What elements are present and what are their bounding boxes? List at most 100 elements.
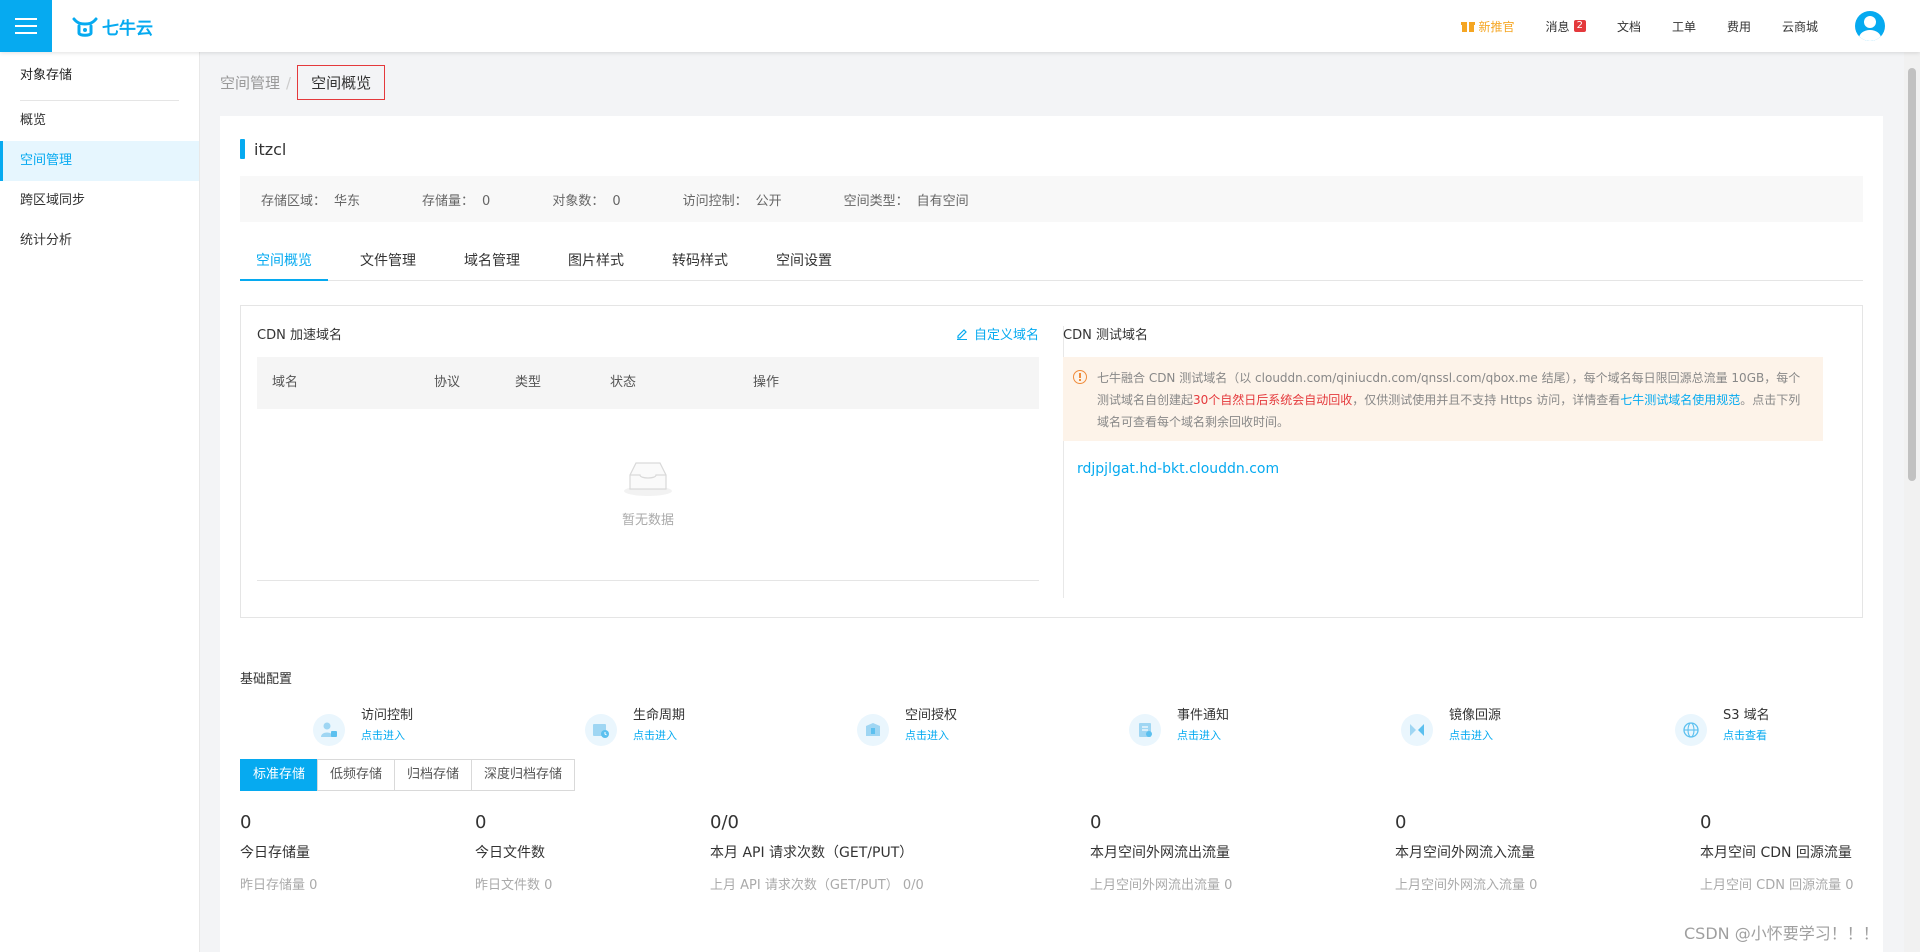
tab-overview[interactable]: 空间概览 <box>240 241 328 281</box>
info-storage: 存储量： 0 <box>422 193 491 209</box>
config-name: 生命周期 <box>633 708 686 723</box>
config-view-link[interactable]: 点击查看 <box>1723 727 1767 743</box>
lifecycle-icon <box>585 714 617 746</box>
stat-value: 0 <box>1700 812 1712 833</box>
main-panel: itzcl 存储区域： 华东 存储量： 0 对象数： 0 访问控制： 公开 空间类型：自… <box>220 116 1883 952</box>
top-nav: 新推官 消息 2 文档 工单 费用 云商城 <box>1460 0 1920 52</box>
edit-icon <box>956 328 967 340</box>
config-name: 访问控制 <box>361 708 414 723</box>
stat-file-count: 0 今日文件数 昨日文件数 0 <box>475 812 552 893</box>
config-enter-link[interactable]: 点击进入 <box>905 727 949 743</box>
config-enter-link[interactable]: 点击进入 <box>1449 727 1493 743</box>
config-name: 镜像回源 <box>1449 708 1502 723</box>
storage-class-tabs: 标准存储 低频存储 归档存储 深度归档存储 <box>240 759 576 791</box>
cdn-section: CDN 加速域名 自定义域名 域名 协议 类型 状态 操作 暂无数据 CDN 测… <box>240 305 1863 618</box>
sidebar-item-bucket-management[interactable]: 空间管理 <box>0 141 199 181</box>
custom-domain-label: 自定义域名 <box>973 328 1039 343</box>
stats-row: 0 今日存储量 昨日存储量 0 0 今日文件数 昨日文件数 0 0/0 本月 A… <box>240 812 1863 952</box>
qiniu-logo-icon <box>72 17 98 37</box>
cdn-test-title: CDN 测试域名 <box>1063 328 1148 343</box>
config-enter-link[interactable]: 点击进入 <box>361 727 405 743</box>
custom-domain-link[interactable]: 自定义域名 <box>956 324 1039 343</box>
stat-value: 0 <box>1395 812 1407 833</box>
sidebar-item-cross-region-sync[interactable]: 跨区域同步 <box>0 181 199 221</box>
storage-tab-standard[interactable]: 标准存储 <box>240 759 319 791</box>
info-objects: 对象数： 0 <box>552 193 621 209</box>
scrollbar-thumb[interactable] <box>1908 68 1916 481</box>
stat-label: 本月 API 请求次数（GET/PUT） <box>710 845 914 861</box>
stat-api-requests: 0/0 本月 API 请求次数（GET/PUT） 上月 API 请求次数（GET… <box>710 812 924 893</box>
breadcrumb-parent[interactable]: 空间管理 <box>220 72 280 93</box>
stat-previous: 上月空间外网流入流量 0 <box>1395 878 1538 893</box>
storage-tab-infrequent[interactable]: 低频存储 <box>317 759 396 791</box>
col-status: 状态 <box>610 375 637 390</box>
sidebar-item-statistics[interactable]: 统计分析 <box>0 221 199 261</box>
config-access-control: 访问控制 点击进入 <box>313 704 513 754</box>
top-bar: 七牛云 新推官 消息 2 文档 工单 费用 云商城 <box>0 0 1920 52</box>
nav-tickets[interactable]: 工单 <box>1672 18 1696 35</box>
user-avatar[interactable] <box>1855 11 1885 41</box>
stat-label: 本月空间外网流出流量 <box>1090 845 1230 861</box>
breadcrumb-separator: / <box>286 73 292 92</box>
menu-toggle-button[interactable] <box>0 0 52 52</box>
col-protocol: 协议 <box>434 375 461 390</box>
info-bucket-type: 空间类型： 自有空间 <box>843 193 969 209</box>
col-actions: 操作 <box>753 375 780 390</box>
tab-image-styles[interactable]: 图片样式 <box>552 241 640 281</box>
cdn-test-panel: CDN 测试域名 七牛融合 CDN 测试域名（以 clouddn.com/qin… <box>1063 306 1848 617</box>
config-lifecycle: 生命周期 点击进入 <box>585 704 785 754</box>
empty-box-icon <box>624 462 672 496</box>
nav-messages[interactable]: 消息 2 <box>1546 18 1586 35</box>
cdn-table-header: 域名 协议 类型 状态 操作 <box>257 357 1039 409</box>
config-enter-link[interactable]: 点击进入 <box>633 727 677 743</box>
tab-settings[interactable]: 空间设置 <box>760 241 848 281</box>
access-control-icon <box>313 714 345 746</box>
stat-previous: 昨日文件数 0 <box>475 878 553 893</box>
config-s3-domain: S3 域名 点击查看 <box>1675 704 1875 754</box>
sidebar-title: 对象存储 <box>20 68 73 83</box>
stat-previous: 上月空间 CDN 回源流量 0 <box>1700 878 1854 893</box>
tab-files[interactable]: 文件管理 <box>344 241 432 281</box>
gift-icon <box>1460 22 1475 32</box>
page-scrollbar[interactable] <box>1904 52 1920 952</box>
config-name: S3 域名 <box>1723 708 1770 723</box>
stat-cdn-origin-traffic: 0 本月空间 CDN 回源流量 上月空间 CDN 回源流量 0 <box>1700 812 1853 893</box>
stat-storage: 0 今日存储量 昨日存储量 0 <box>240 812 317 893</box>
csdn-watermark: CSDN @小怀要学习！！！ <box>1684 924 1879 943</box>
stat-inbound-traffic: 0 本月空间外网流入流量 上月空间外网流入流量 0 <box>1395 812 1537 893</box>
sidebar-item-overview[interactable]: 概览 <box>0 101 199 141</box>
tab-domains[interactable]: 域名管理 <box>448 241 536 281</box>
test-domain-notice: 七牛融合 CDN 测试域名（以 clouddn.com/qiniucdn.com… <box>1063 357 1823 441</box>
stat-label: 本月空间外网流入流量 <box>1395 845 1535 861</box>
nav-billing[interactable]: 费用 <box>1727 18 1751 35</box>
breadcrumb-current: 空间概览 <box>297 65 386 100</box>
storage-tab-deep-archive[interactable]: 深度归档存储 <box>471 759 576 791</box>
nav-marketplace[interactable]: 云商城 <box>1782 18 1818 35</box>
stat-label: 本月空间 CDN 回源流量 <box>1700 845 1852 861</box>
stat-value: 0 <box>475 812 487 833</box>
bucket-name: itzcl <box>240 138 286 160</box>
config-enter-link[interactable]: 点击进入 <box>1177 727 1221 743</box>
test-domain-link[interactable]: rdjpjlgat.hd-bkt.clouddn.com <box>1077 461 1279 477</box>
stat-previous: 昨日存储量 0 <box>240 878 318 893</box>
bucket-info-bar: 存储区域： 华东 存储量： 0 对象数： 0 访问控制： 公开 空间类型： 自有空间 <box>240 176 1863 222</box>
stat-value: 0 <box>1090 812 1102 833</box>
hamburger-icon <box>15 18 37 34</box>
basic-config-title: 基础配置 <box>240 672 293 687</box>
stat-value: 0/0 <box>710 812 739 833</box>
nav-docs[interactable]: 文档 <box>1617 18 1641 35</box>
notice-spec-link[interactable]: 七牛测试域名使用规范 <box>1620 393 1740 407</box>
config-name: 空间授权 <box>905 708 958 723</box>
cdn-domain-panel: CDN 加速域名 自定义域名 域名 协议 类型 状态 操作 暂无数据 <box>257 306 1039 617</box>
globe-icon <box>1675 714 1707 746</box>
notice-highlight: 30个自然日后系统会自动回收 <box>1193 393 1353 407</box>
info-region: 存储区域： 华东 <box>261 193 361 209</box>
nav-promo[interactable]: 新推官 <box>1460 18 1515 35</box>
nav-promo-label: 新推官 <box>1478 19 1515 34</box>
storage-tab-archive[interactable]: 归档存储 <box>394 759 473 791</box>
stat-value: 0 <box>240 812 252 833</box>
logo[interactable]: 七牛云 <box>72 14 153 39</box>
tab-transcode-styles[interactable]: 转码样式 <box>656 241 744 281</box>
stat-label: 今日存储量 <box>240 845 310 861</box>
empty-text: 暂无数据 <box>621 513 674 528</box>
